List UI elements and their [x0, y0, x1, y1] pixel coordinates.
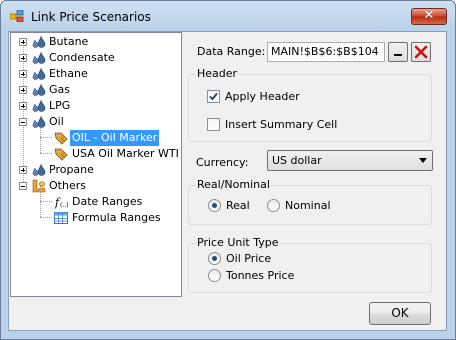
- ok-button[interactable]: OK: [369, 302, 431, 325]
- price-unit-group-title: Price Unit Type: [196, 236, 280, 249]
- minimize-icon: [394, 54, 402, 56]
- title-bar[interactable]: Link Price Scenarios ✕: [1, 1, 455, 31]
- collapse-range-button[interactable]: [388, 42, 408, 62]
- tree-connector: [40, 153, 52, 154]
- tree-item-label: Date Ranges: [72, 195, 143, 208]
- clear-x-icon: [414, 45, 428, 59]
- apply-header-checkbox[interactable]: [207, 90, 220, 103]
- collapse-icon[interactable]: [19, 182, 27, 190]
- window-title: Link Price Scenarios: [31, 10, 151, 24]
- tree-item-label: LPG: [49, 99, 71, 112]
- tree-item-label: Formula Ranges: [72, 211, 161, 224]
- svg-text:(..): (..): [60, 202, 69, 209]
- tree-item-label: OIL - Oil Marker: [70, 130, 160, 146]
- real-radio[interactable]: [208, 199, 221, 212]
- tree-connector: [40, 217, 52, 218]
- oil-drop-icon: [32, 99, 46, 112]
- expand-icon[interactable]: [19, 102, 27, 110]
- tonnes-price-radio[interactable]: [208, 269, 221, 282]
- oil-drop-icon: [32, 35, 46, 48]
- data-range-label: Data Range:: [197, 45, 266, 58]
- tree-item-label: USA Oil Marker WTI: [72, 147, 179, 160]
- oil-drop-icon: [32, 83, 46, 96]
- function-icon: f (..): [54, 196, 69, 209]
- insert-summary-label: Insert Summary Cell: [225, 118, 338, 131]
- clear-range-button[interactable]: [411, 42, 431, 62]
- real-label: Real: [226, 199, 250, 212]
- nominal-label: Nominal: [285, 199, 331, 212]
- currency-select[interactable]: US dollar: [267, 150, 433, 171]
- close-button[interactable]: ✕: [411, 8, 447, 25]
- tree-item-label: Gas: [49, 83, 70, 96]
- real-nominal-group-title: Real/Nominal: [196, 178, 271, 191]
- collapse-icon[interactable]: [19, 118, 27, 126]
- apply-header-label: Apply Header: [225, 90, 300, 103]
- oil-drop-icon: [32, 115, 46, 128]
- nominal-radio[interactable]: [267, 199, 280, 212]
- expand-icon[interactable]: [19, 54, 27, 62]
- chevron-down-icon: [419, 158, 427, 163]
- header-group: [188, 74, 432, 142]
- insert-summary-checkbox[interactable]: [207, 118, 220, 131]
- oil-price-label: Oil Price: [226, 252, 272, 265]
- tree-connector: [40, 201, 52, 202]
- oil-drop-icon: [32, 67, 46, 80]
- others-icon: [32, 179, 46, 193]
- header-group-title: Header: [196, 67, 239, 80]
- tonnes-price-label: Tonnes Price: [226, 269, 295, 282]
- tree-item-label: Propane: [49, 163, 94, 176]
- tree-item-label: Ethane: [49, 67, 88, 80]
- tree-item-label: Butane: [49, 35, 89, 48]
- price-tag-icon: [54, 132, 68, 145]
- expand-icon[interactable]: [19, 70, 27, 78]
- data-range-input[interactable]: MAIN!$B$6:$B$104: [267, 42, 385, 62]
- tree-connector: [40, 137, 52, 138]
- dialog-body: Butane Condensate Ethane Gas LPG Oil OIL…: [8, 31, 447, 331]
- tree-item-label: Oil: [49, 115, 64, 128]
- scenario-tree[interactable]: Butane Condensate Ethane Gas LPG Oil OIL…: [10, 32, 182, 297]
- expand-icon[interactable]: [19, 86, 27, 94]
- grid-icon: [54, 212, 68, 224]
- tree-item-label: Others: [49, 179, 86, 192]
- tree-item-label: Condensate: [49, 51, 115, 64]
- oil-price-radio[interactable]: [208, 252, 221, 265]
- app-icon: [10, 10, 24, 22]
- close-icon: ✕: [423, 8, 435, 23]
- expand-icon[interactable]: [19, 38, 27, 46]
- dialog-window: Link Price Scenarios ✕ Butane Condensate…: [0, 0, 456, 340]
- price-unit-group: [188, 243, 432, 293]
- expand-icon[interactable]: [19, 166, 27, 174]
- price-tag-icon: [54, 148, 68, 161]
- currency-value: US dollar: [272, 154, 322, 167]
- oil-drop-icon: [32, 163, 46, 176]
- tree-connector: [23, 41, 24, 186]
- checkmark-icon: [209, 92, 218, 101]
- oil-drop-icon: [32, 51, 46, 64]
- currency-label: Currency:: [196, 156, 249, 169]
